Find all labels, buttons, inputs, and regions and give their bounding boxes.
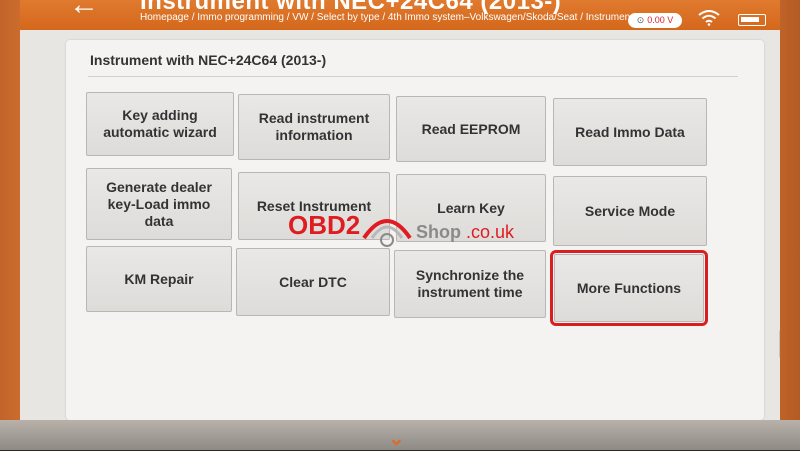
divider [88, 76, 738, 77]
key-adding-wizard-button[interactable]: Key adding automatic wizard [86, 92, 234, 156]
panel-title: Instrument with NEC+24C64 (2013-) [90, 52, 327, 68]
voltage-badge: ⊙ 0.00 V [628, 13, 682, 28]
synchronize-time-button[interactable]: Synchronize the instrument time [394, 250, 546, 318]
voltage-value: 0.00 V [647, 15, 674, 25]
generate-dealer-key-button[interactable]: Generate dealer key-Load immo data [86, 168, 232, 240]
service-mode-button[interactable]: Service Mode [553, 176, 707, 246]
device-logo-icon: ⌄ [388, 428, 405, 450]
function-panel: Instrument with NEC+24C64 (2013-) Key ad… [66, 40, 780, 420]
arrow-left-icon: ← [69, 0, 99, 21]
wifi-icon [698, 10, 720, 26]
more-functions-button[interactable]: More Functions [550, 250, 708, 326]
read-instrument-info-button[interactable]: Read instrument information [238, 94, 390, 160]
clear-dtc-button[interactable]: Clear DTC [236, 248, 390, 316]
tablet-screen: ← Instrument with NEC+24C64 (2013-) Home… [20, 0, 780, 420]
read-eeprom-button[interactable]: Read EEPROM [396, 96, 546, 162]
breadcrumb: Homepage / Immo programming / VW / Selec… [140, 12, 630, 23]
scrollbar[interactable] [779, 330, 780, 358]
header-bar: ← Instrument with NEC+24C64 (2013-) Home… [20, 0, 780, 30]
reset-instrument-button[interactable]: Reset Instrument [238, 172, 390, 240]
voltmeter-icon: ⊙ [636, 15, 645, 25]
back-button[interactable]: ← [58, 0, 110, 22]
km-repair-button[interactable]: KM Repair [86, 246, 232, 312]
battery-icon [738, 14, 766, 26]
read-immo-data-button[interactable]: Read Immo Data [553, 98, 707, 166]
learn-key-button[interactable]: Learn Key [396, 174, 546, 242]
